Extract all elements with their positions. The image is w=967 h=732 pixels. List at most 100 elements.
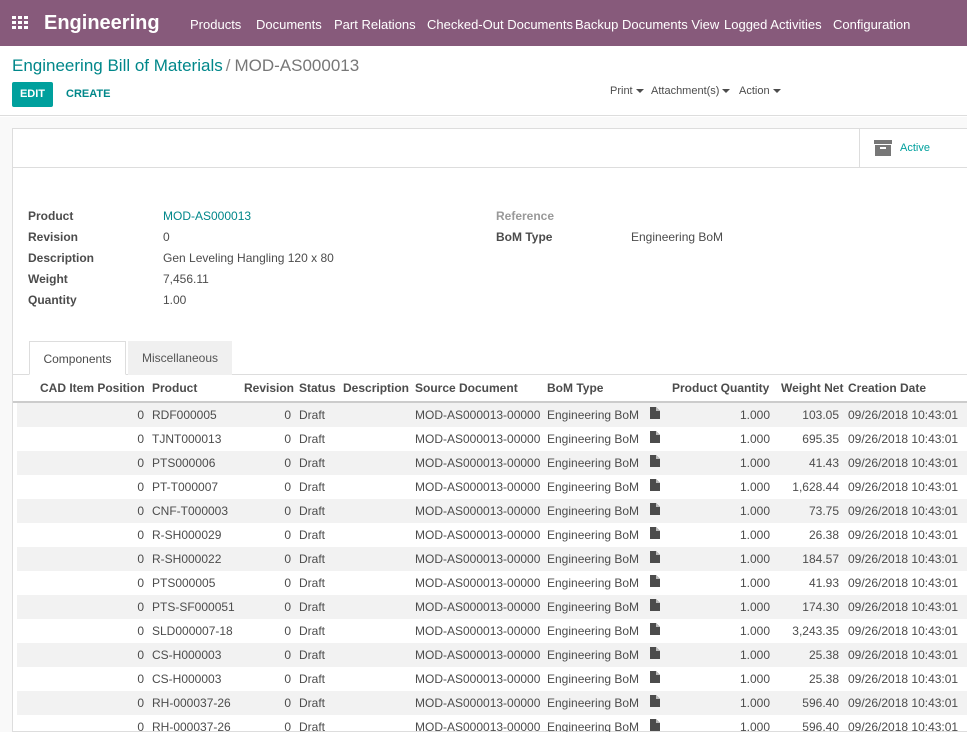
cell-product: PTS000005 [152, 576, 216, 590]
form-button-box: Active [13, 129, 967, 168]
form-sheet: Active Product MOD-AS000013 Revision 0 D… [12, 128, 967, 732]
chevron-down-icon [772, 89, 781, 94]
cell-bom-type: Engineering BoM [547, 408, 640, 422]
cell-creation-date: 09/26/2018 10:43:01 [848, 720, 959, 732]
document-icon[interactable] [650, 575, 660, 587]
tab-miscellaneous[interactable]: Miscellaneous [128, 341, 232, 375]
menu-documents[interactable]: Documents [256, 17, 322, 32]
menu-checked-out-documents[interactable]: Checked-Out Documents [427, 17, 573, 32]
column-weight-net[interactable]: Weight Net [781, 381, 843, 395]
document-icon[interactable] [650, 719, 660, 731]
document-icon[interactable] [650, 479, 660, 491]
column-description[interactable]: Description [343, 381, 409, 395]
cell-bom-type: Engineering BoM [547, 432, 640, 446]
apps-grid-icon[interactable] [12, 16, 28, 29]
document-icon[interactable] [650, 407, 660, 419]
breadcrumb: Engineering Bill of Materials / MOD-AS0000… [12, 56, 359, 76]
menu-configuration[interactable]: Configuration [833, 17, 910, 32]
cell-product: RH-000037-26 [152, 720, 231, 732]
table-row[interactable]: 0 RH-000037-26 0 Draft MOD-AS000013-00000 Eng… [17, 715, 967, 732]
cell-revision: 0 [284, 576, 291, 590]
app-brand[interactable]: Engineering [44, 12, 160, 35]
table-row[interactable]: 0 PT-T000007 0 Draft MOD-AS000013-00000 Engin… [17, 475, 967, 499]
column-cad-item-position[interactable]: CAD Item Position [40, 381, 145, 395]
cell-revision: 0 [284, 408, 291, 422]
cell-cad-item-position: 0 [137, 600, 144, 614]
product-value-link[interactable]: MOD-AS000013 [163, 209, 251, 223]
document-icon[interactable] [650, 455, 660, 467]
table-row[interactable]: 0 RH-000037-26 0 Draft MOD-AS000013-00000 Eng… [17, 691, 967, 715]
cell-status: Draft [299, 480, 326, 494]
cell-bom-type: Engineering BoM [547, 624, 640, 638]
column-status[interactable]: Status [299, 381, 336, 395]
table-row[interactable]: 0 PTS000006 0 Draft MOD-AS000013-00000 Engine… [17, 451, 967, 475]
weight-label: Weight [28, 272, 68, 286]
menu-logged-activities[interactable]: Logged Activities [724, 17, 822, 32]
cell-cad-item-position: 0 [137, 696, 144, 710]
cell-creation-date: 09/26/2018 10:43:01 [848, 504, 959, 518]
cell-status: Draft [299, 456, 326, 470]
cell-revision: 0 [284, 672, 291, 686]
document-icon[interactable] [650, 551, 660, 563]
bom-type-value: Engineering BoM [631, 230, 724, 244]
cell-status: Draft [299, 552, 326, 566]
cell-revision: 0 [284, 432, 291, 446]
menu-products[interactable]: Products [190, 17, 241, 32]
table-row[interactable]: 0 CNF-T000003 0 Draft MOD-AS000013-00000 Engi… [17, 499, 967, 523]
chevron-down-icon [722, 89, 731, 94]
column-product[interactable]: Product [152, 381, 197, 395]
cell-status: Draft [299, 648, 326, 662]
document-icon[interactable] [650, 503, 660, 515]
table-row[interactable]: 0 CS-H000003 0 Draft MOD-AS000013-00000 Engin… [17, 667, 967, 691]
top-navbar: Engineering Products Documents Part Rela… [0, 0, 967, 46]
cell-weight-net: 695.35 [802, 432, 839, 446]
attachments-dropdown[interactable]: Attachment(s) [651, 85, 731, 97]
cell-source-document: MOD-AS000013-00000 [415, 528, 541, 542]
menu-part-relations[interactable]: Part Relations [334, 17, 416, 32]
cell-product: PT-T000007 [152, 480, 219, 494]
cell-cad-item-position: 0 [137, 720, 144, 732]
document-icon[interactable] [650, 623, 660, 635]
document-icon[interactable] [650, 671, 660, 683]
column-bom-type[interactable]: BoM Type [547, 381, 603, 395]
menu-backup-documents-view[interactable]: Backup Documents View [575, 17, 719, 32]
document-icon[interactable] [650, 647, 660, 659]
active-toggle-button[interactable]: Active [859, 129, 967, 167]
table-row[interactable]: 0 PTS000005 0 Draft MOD-AS000013-00000 Engine… [17, 571, 967, 595]
print-dropdown[interactable]: Print [610, 85, 644, 97]
edit-button[interactable]: EDIT [12, 82, 53, 107]
column-creation-date[interactable]: Creation Date [848, 381, 926, 395]
table-row[interactable]: 0 RDF000005 0 Draft MOD-AS000013-00000 Engine… [17, 403, 967, 427]
document-icon[interactable] [650, 527, 660, 539]
document-icon[interactable] [650, 431, 660, 443]
cell-source-document: MOD-AS000013-00000 [415, 672, 541, 686]
cell-weight-net: 596.40 [802, 696, 839, 710]
cell-revision: 0 [284, 600, 291, 614]
cell-weight-net: 103.05 [802, 408, 839, 422]
table-row[interactable]: 0 TJNT000013 0 Draft MOD-AS000013-00000 Engin… [17, 427, 967, 451]
cell-product-quantity: 1.000 [739, 480, 770, 494]
column-revision[interactable]: Revision [244, 381, 294, 395]
cell-source-document: MOD-AS000013-00000 [415, 600, 541, 614]
breadcrumb-parent[interactable]: Engineering Bill of Materials [12, 56, 223, 75]
tab-components[interactable]: Components [29, 341, 126, 375]
cell-bom-type: Engineering BoM [547, 648, 640, 662]
cell-weight-net: 184.57 [802, 552, 839, 566]
cell-product: RDF000005 [152, 408, 217, 422]
column-product-quantity[interactable]: Product Quantity [672, 381, 769, 395]
document-icon[interactable] [650, 599, 660, 611]
cell-source-document: MOD-AS000013-00000 [415, 432, 541, 446]
table-row[interactable]: 0 R-SH000029 0 Draft MOD-AS000013-00000 Engin… [17, 523, 967, 547]
table-row[interactable]: 0 R-SH000022 0 Draft MOD-AS000013-00000 Engin… [17, 547, 967, 571]
create-button[interactable]: CREATE [66, 88, 110, 100]
table-row[interactable]: 0 PTS-SF000051 0 Draft MOD-AS000013-00000 Eng… [17, 595, 967, 619]
cell-product-quantity: 1.000 [739, 456, 770, 470]
document-icon[interactable] [650, 695, 660, 707]
table-row[interactable]: 0 CS-H000003 0 Draft MOD-AS000013-00000 Engin… [17, 643, 967, 667]
table-row[interactable]: 0 SLD000007-18 0 Draft MOD-AS000013-00000 Eng… [17, 619, 967, 643]
cell-bom-type: Engineering BoM [547, 528, 640, 542]
action-dropdown[interactable]: Action [739, 85, 781, 97]
cell-weight-net: 41.93 [808, 576, 839, 590]
column-source-document[interactable]: Source Document [415, 381, 518, 395]
cell-revision: 0 [284, 480, 291, 494]
